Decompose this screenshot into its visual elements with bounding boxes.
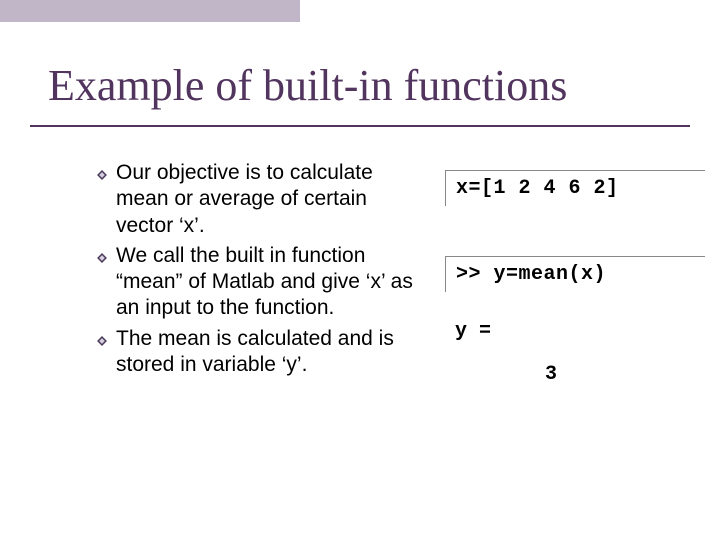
slide: Example of built-in functions Our object…: [0, 0, 720, 540]
code-column: x=[1 2 4 6 2] >> y=mean(x) y = 3: [445, 170, 705, 386]
code-result: y = 3: [445, 320, 705, 386]
slide-title: Example of built-in functions: [48, 60, 567, 111]
list-item: The mean is calculated and is stored in …: [96, 326, 426, 379]
body-text-column: Our objective is to calculate mean or av…: [96, 160, 426, 382]
decorative-top-bar: [0, 0, 300, 22]
diamond-bullet-icon: [96, 252, 108, 264]
diamond-bullet-icon: [96, 169, 108, 181]
diamond-bullet-icon: [96, 335, 108, 347]
result-label: y =: [455, 320, 705, 343]
bullet-text: The mean is calculated and is stored in …: [116, 326, 426, 379]
title-underline: [30, 125, 690, 127]
result-value: 3: [455, 363, 705, 386]
code-box-assignment: x=[1 2 4 6 2]: [445, 170, 705, 206]
bullet-text: We call the built in function “mean” of …: [116, 243, 426, 322]
code-box-call: >> y=mean(x): [445, 256, 705, 292]
list-item: Our objective is to calculate mean or av…: [96, 160, 426, 239]
bullet-text: Our objective is to calculate mean or av…: [116, 160, 426, 239]
list-item: We call the built in function “mean” of …: [96, 243, 426, 322]
